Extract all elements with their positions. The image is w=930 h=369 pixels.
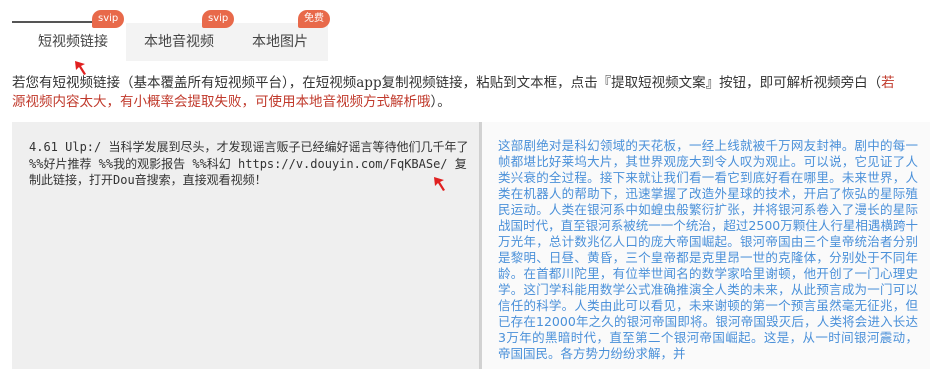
- tab-local-image[interactable]: 本地图片: [232, 23, 328, 61]
- link-input-textarea[interactable]: 4.61 Ulp:/ 当科学发展到尽头，才发现谣言贩子已经编好谣言等待他们几千年…: [12, 122, 480, 369]
- transcript-text: 这部剧绝对是科幻领域的天花板，一经上线就被千万网友封神。剧中的每一帧都堪比好莱坞…: [498, 138, 918, 361]
- tab-label: 本地音视频: [144, 34, 214, 50]
- tab-label: 本地图片: [252, 34, 308, 50]
- tab-local-audio-video[interactable]: 本地音视频: [126, 23, 232, 61]
- tab-short-video-link[interactable]: 短视频链接: [20, 23, 126, 61]
- link-input-value[interactable]: 4.61 Ulp:/ 当科学发展到尽头，才发现谣言贩子已经编好谣言等待他们几千年…: [29, 139, 469, 189]
- warning-text: 源视频内容太大，有小概率会提取失败，可使用本地音视频方式解析哦: [12, 94, 431, 110]
- transcript-output-area[interactable]: 这部剧绝对是科幻领域的天花板，一经上线就被千万网友封神。剧中的每一帧都堪比好莱坞…: [482, 122, 930, 369]
- tab-label: 短视频链接: [38, 34, 108, 50]
- svip-badge: svip: [202, 10, 235, 28]
- instruction-line-1: 若您有短视频链接（基本覆盖所有短视频平台），在短视频app复制视频链接，粘贴到文…: [12, 75, 895, 91]
- free-badge: 免费: [298, 10, 330, 28]
- instruction-line-2: 源视频内容太大，有小概率会提取失败，可使用本地音视频方式解析哦）。: [12, 94, 451, 110]
- svip-badge: svip: [92, 10, 125, 28]
- tab-bar: 短视频链接 本地音视频 本地图片 svip svip 免费: [12, 0, 332, 62]
